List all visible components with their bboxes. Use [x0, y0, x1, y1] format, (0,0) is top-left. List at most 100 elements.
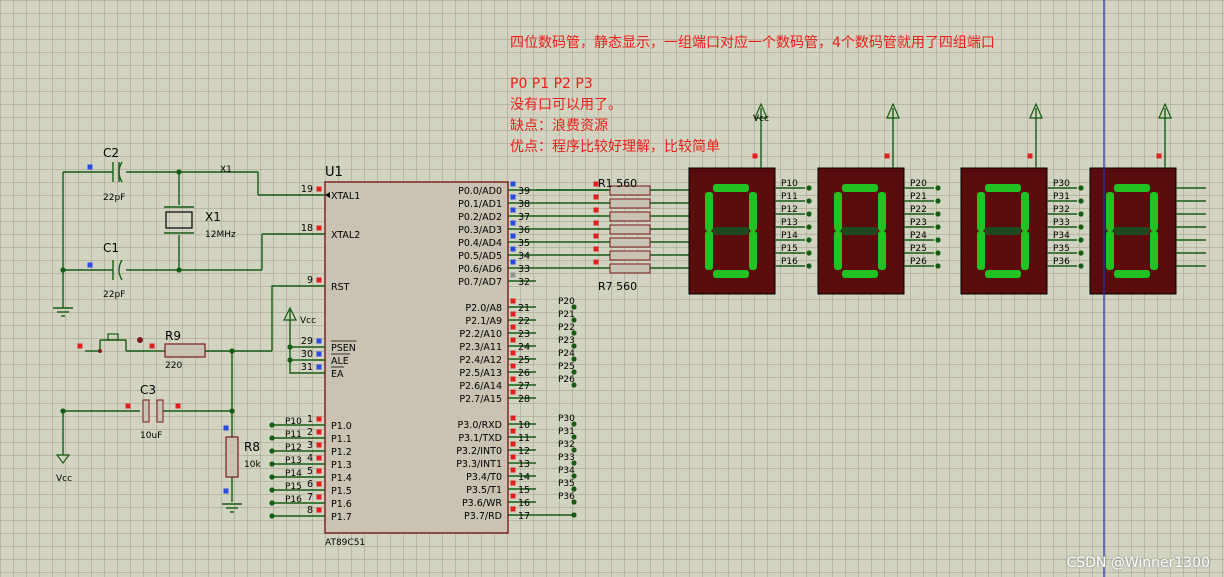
disp-pin-dot-1-1 — [935, 198, 941, 204]
c3-marker-right — [175, 403, 181, 409]
mcu-pin-marker-12 — [510, 441, 516, 447]
p3-dot-3 — [571, 460, 577, 466]
disp-pin-label-1-4: P24 — [910, 231, 927, 241]
c3-value: 10uF — [140, 431, 162, 441]
segment-d-2 — [985, 270, 1021, 278]
disp-pin-label-1-0: P20 — [910, 179, 927, 189]
p2-dot-4 — [571, 356, 577, 362]
sw-marker-right — [149, 343, 155, 349]
r9-ref: R9 — [165, 329, 181, 343]
mcu-pin-number-4: 4 — [307, 453, 313, 464]
schematic-svg: U1AT89C51XTAL119XTAL218RST9PSEN29ALE30EA… — [53, 0, 1206, 577]
rp-marker-2 — [593, 207, 599, 213]
mcu-pin-number-38: 38 — [518, 199, 530, 210]
mcu-pin-number-10: 10 — [518, 420, 530, 431]
disp-marker-1 — [884, 153, 890, 159]
p17-dot — [269, 513, 275, 519]
note-line-3: 没有口可以用了。 — [510, 97, 622, 113]
segment-e-1 — [834, 231, 842, 270]
mcu-pin-number-22: 22 — [518, 316, 530, 327]
mcu-ref: U1 — [325, 165, 343, 180]
mcu-pin-number-33: 33 — [518, 264, 530, 275]
mcu-pin-name-27: P2.6/A14 — [459, 381, 502, 392]
segment-c-3 — [1150, 231, 1158, 270]
c1-value: 22pF — [103, 290, 125, 300]
mcu-pin-name-23: P2.2/A10 — [459, 329, 502, 340]
mcu-pin-name-25: P2.4/A12 — [459, 355, 502, 366]
x1-crystal-body — [165, 211, 193, 229]
mcu-pin-number-1: 1 — [307, 414, 313, 425]
segment-a-2 — [985, 184, 1021, 192]
r8-value: 10k — [244, 460, 261, 470]
mcu-pin-marker-15 — [510, 480, 516, 486]
segment-a-1 — [842, 184, 878, 192]
r8-marker-bottom — [223, 488, 229, 494]
c2-ref: C2 — [103, 146, 119, 160]
mcu-pin-name-5: P1.4 — [331, 473, 352, 484]
segment-b-1 — [878, 192, 886, 231]
mcu-pin-name-19: XTAL1 — [331, 191, 360, 202]
disp-pin-label-0-5: P15 — [781, 244, 798, 254]
mcu-pin-name-4: P1.3 — [331, 460, 352, 471]
sw-contact-right — [137, 337, 143, 343]
p1-dot-4 — [269, 474, 275, 480]
mcu-pin-number-15: 15 — [518, 485, 530, 496]
mcu-pin-marker-35 — [510, 233, 516, 239]
segment-d-3 — [1114, 270, 1150, 278]
disp-pin-label-2-0: P30 — [1053, 179, 1070, 189]
mcu-pin-marker-28 — [510, 389, 516, 395]
mcu-pin-name-31: EA — [331, 369, 344, 380]
p1-dot-1 — [269, 435, 275, 441]
mcu-pin-name-11: P3.1/TXD — [458, 433, 502, 444]
mcu-pin-name-6: P1.5 — [331, 486, 352, 497]
rp-resistor-5 — [609, 250, 651, 261]
x1-value: 12MHz — [205, 230, 236, 240]
disp-pin-dot-2-5 — [1078, 250, 1084, 256]
mcu-pin-number-11: 11 — [518, 433, 530, 444]
mcu-pin-number-30: 30 — [301, 349, 313, 360]
mcu-pin-number-7: 7 — [307, 492, 313, 503]
rp-marker-1 — [593, 194, 599, 200]
p1-dot-0 — [269, 422, 275, 428]
mcu-pin-name-12: P3.2/INT0 — [456, 446, 502, 457]
mcu-pin-name-8: P1.7 — [331, 512, 352, 523]
mcu-pin-name-2: P1.1 — [331, 434, 352, 445]
mcu-pin-number-34: 34 — [518, 251, 530, 262]
mcu-pin-number-5: 5 — [307, 466, 313, 477]
mcu-pin-name-33: P0.6/AD6 — [458, 264, 502, 275]
mcu-pin-name-16: P3.6/WR — [462, 498, 502, 509]
mcu-pin-marker-36 — [510, 220, 516, 226]
mcu-left-marker — [316, 494, 322, 500]
disp-pin-label-2-4: P34 — [1053, 231, 1070, 241]
rp-marker-6 — [593, 259, 599, 265]
mcu-pin-name-3: P1.2 — [331, 447, 352, 458]
segment-d-1 — [842, 270, 878, 278]
mcu-left-marker — [316, 351, 322, 357]
disp-marker-2 — [1027, 153, 1033, 159]
note-line-5: 优点：程序比较好理解，比较简单 — [510, 139, 720, 155]
mcu-left-marker — [316, 225, 322, 231]
rp-resistor-3 — [609, 224, 651, 235]
mcu-pin-name-29: PSEN — [331, 343, 356, 354]
mcu-pin-number-28: 28 — [518, 394, 530, 405]
segment-b-3 — [1150, 192, 1158, 231]
mcu-pin-name-24: P2.3/A11 — [459, 342, 502, 353]
mcu-pin-number-29: 29 — [301, 336, 313, 347]
mcu-pin-name-39: P0.0/AD0 — [458, 186, 502, 197]
mcu-pin-marker-34 — [510, 246, 516, 252]
mcu-pin-number-12: 12 — [518, 446, 530, 457]
mcu-pin-name-10: P3.0/RXD — [458, 420, 502, 431]
mcu-pin-marker-13 — [510, 454, 516, 460]
mcu-pin-number-3: 3 — [307, 440, 313, 451]
watermark: CSDN @Winner1300 — [1066, 555, 1210, 571]
mcu-pin-name-36: P0.3/AD3 — [458, 225, 502, 236]
x1-ref: X1 — [205, 210, 221, 224]
disp-pin-dot-2-4 — [1078, 237, 1084, 243]
segment-f-3 — [1106, 192, 1114, 231]
sw-marker-left — [77, 343, 83, 349]
p2-dot-3 — [571, 343, 577, 349]
mcu-pin-marker-14 — [510, 467, 516, 473]
mcu-left-marker — [316, 507, 322, 513]
mcu-left-marker — [316, 442, 322, 448]
disp-pin-dot-2-2 — [1078, 211, 1084, 217]
